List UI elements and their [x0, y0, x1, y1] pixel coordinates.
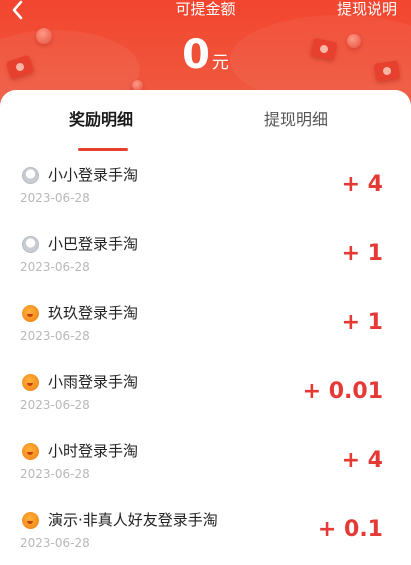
record-amount: + 4 [341, 448, 383, 473]
record-name: 玖玖登录手淘 [48, 304, 139, 322]
orange-avatar-icon [22, 374, 39, 391]
record-name: 小时登录手淘 [48, 442, 139, 460]
active-tab-indicator [78, 148, 128, 151]
record-date: 2023-06-28 [20, 260, 90, 274]
reward-list: 小小登录手淘 2023-06-28 + 4 小巴登录手淘 2023-06-28 … [0, 158, 411, 565]
record-amount: + 0.1 [317, 517, 383, 542]
withdraw-instructions-link[interactable]: 提现说明 [337, 0, 397, 18]
gray-avatar-icon [22, 236, 39, 253]
list-item: 玖玖登录手淘 2023-06-28 + 1 [0, 296, 411, 365]
record-amount: + 0.01 [302, 379, 383, 404]
record-name: 小小登录手淘 [48, 166, 139, 184]
record-date: 2023-06-28 [20, 398, 90, 412]
balance-amount: 0 [182, 32, 210, 78]
orange-avatar-icon [22, 443, 39, 460]
record-name: 小巴登录手淘 [48, 235, 139, 253]
details-card: 奖励明细 提现明细 小小登录手淘 2023-06-28 + 4 小巴登录手淘 2… [0, 90, 411, 565]
tab-bar: 奖励明细 提现明细 [0, 90, 411, 151]
record-name: 演示·非真人好友登录手淘 [48, 511, 218, 529]
record-amount: + 1 [341, 310, 383, 335]
record-date: 2023-06-28 [20, 467, 90, 481]
orange-avatar-icon [22, 512, 39, 529]
record-amount: + 1 [341, 241, 383, 266]
record-amount: + 4 [341, 172, 383, 197]
list-item: 小时登录手淘 2023-06-28 + 4 [0, 434, 411, 503]
orange-avatar-icon [22, 305, 39, 322]
record-date: 2023-06-28 [20, 536, 90, 550]
record-date: 2023-06-28 [20, 329, 90, 343]
balance-unit: 元 [211, 53, 229, 73]
balance-display: 0元 [0, 32, 411, 78]
record-date: 2023-06-28 [20, 191, 90, 205]
list-item: 小小登录手淘 2023-06-28 + 4 [0, 158, 411, 227]
list-item: 演示·非真人好友登录手淘 2023-06-28 + 0.1 [0, 503, 411, 565]
tab-reward-details[interactable]: 奖励明细 [69, 110, 133, 130]
record-name: 小雨登录手淘 [48, 373, 139, 391]
tab-withdraw-details[interactable]: 提现明细 [264, 110, 328, 130]
list-item: 小巴登录手淘 2023-06-28 + 1 [0, 227, 411, 296]
gray-avatar-icon [22, 167, 39, 184]
list-item: 小雨登录手淘 2023-06-28 + 0.01 [0, 365, 411, 434]
